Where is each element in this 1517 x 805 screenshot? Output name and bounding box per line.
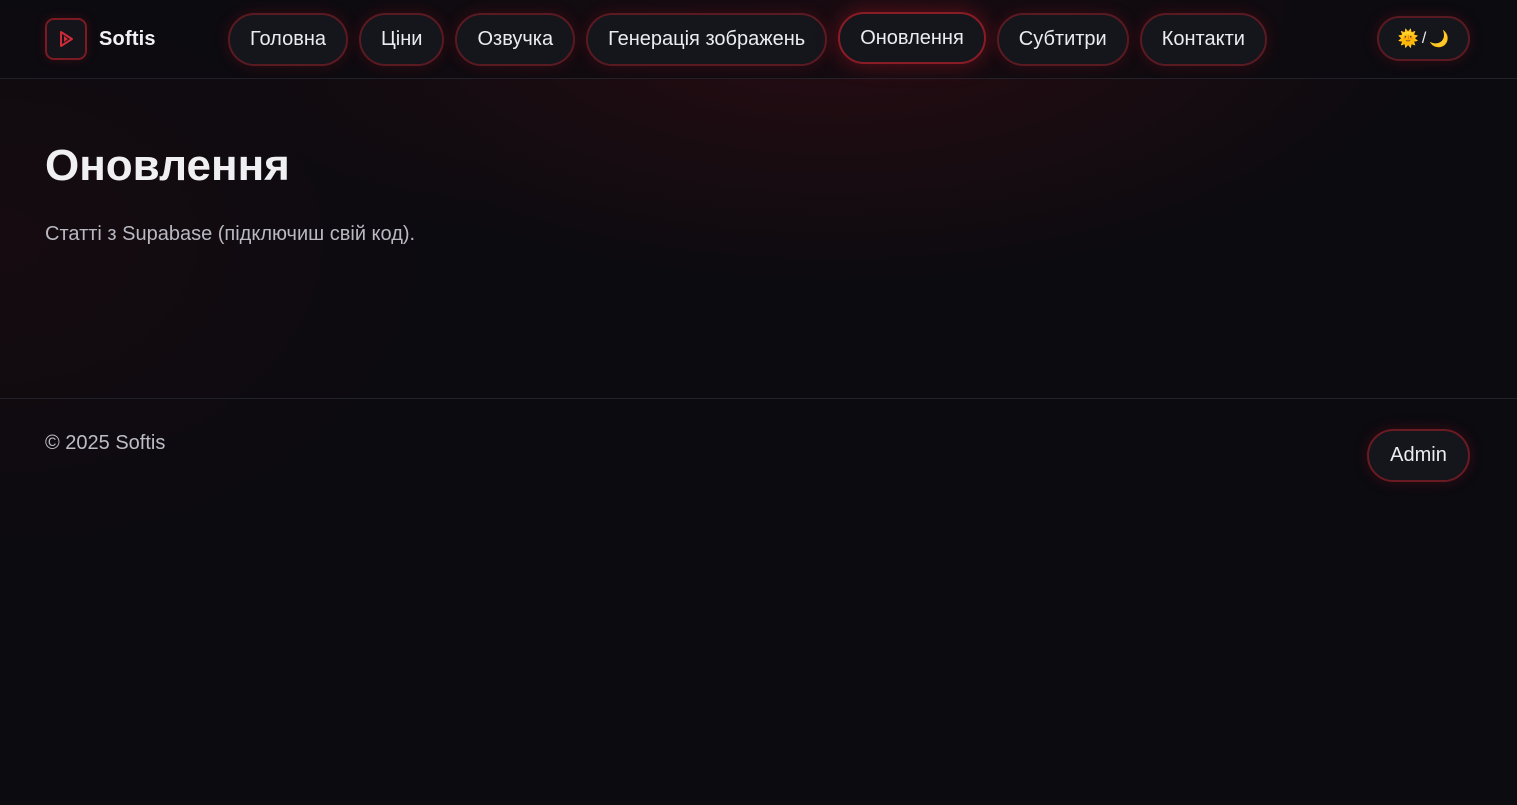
page-title: Оновлення: [45, 141, 290, 190]
nav-item-voiceover[interactable]: Озвучка: [455, 13, 576, 66]
admin-button[interactable]: Admin: [1367, 429, 1470, 482]
page-description: Статті з Supabase (підключиш свій код).: [45, 223, 416, 245]
sun-icon: 🌞: [1397, 28, 1419, 48]
nav-item-pricing[interactable]: Ціни: [359, 13, 445, 66]
moon-icon: 🌙: [1429, 30, 1450, 48]
theme-separator: /: [1421, 29, 1427, 47]
footer-divider: [0, 398, 1517, 399]
brand-name: Softis: [99, 27, 156, 50]
nav-item-updates[interactable]: Оновлення: [838, 12, 986, 64]
nav-item-subtitles[interactable]: Субтитри: [996, 13, 1129, 66]
top-navbar: Softis Головна Ціни Озвучка Генерація зо…: [0, 0, 1517, 79]
main-nav: Головна Ціни Озвучка Генерація зображень…: [228, 12, 1267, 66]
footer-copyright: © 2025 Softis: [45, 432, 166, 454]
background-glow: [0, 0, 1517, 805]
main-content: Оновлення Статті з Supabase (підключиш с…: [45, 140, 415, 246]
play-logo-icon: [45, 18, 87, 60]
brand[interactable]: Softis: [45, 18, 156, 60]
nav-item-contacts[interactable]: Контакти: [1139, 13, 1267, 66]
nav-item-image-generation[interactable]: Генерація зображень: [586, 13, 828, 66]
nav-item-home[interactable]: Головна: [228, 13, 348, 66]
theme-toggle-button[interactable]: 🌞 / 🌙: [1377, 16, 1470, 61]
